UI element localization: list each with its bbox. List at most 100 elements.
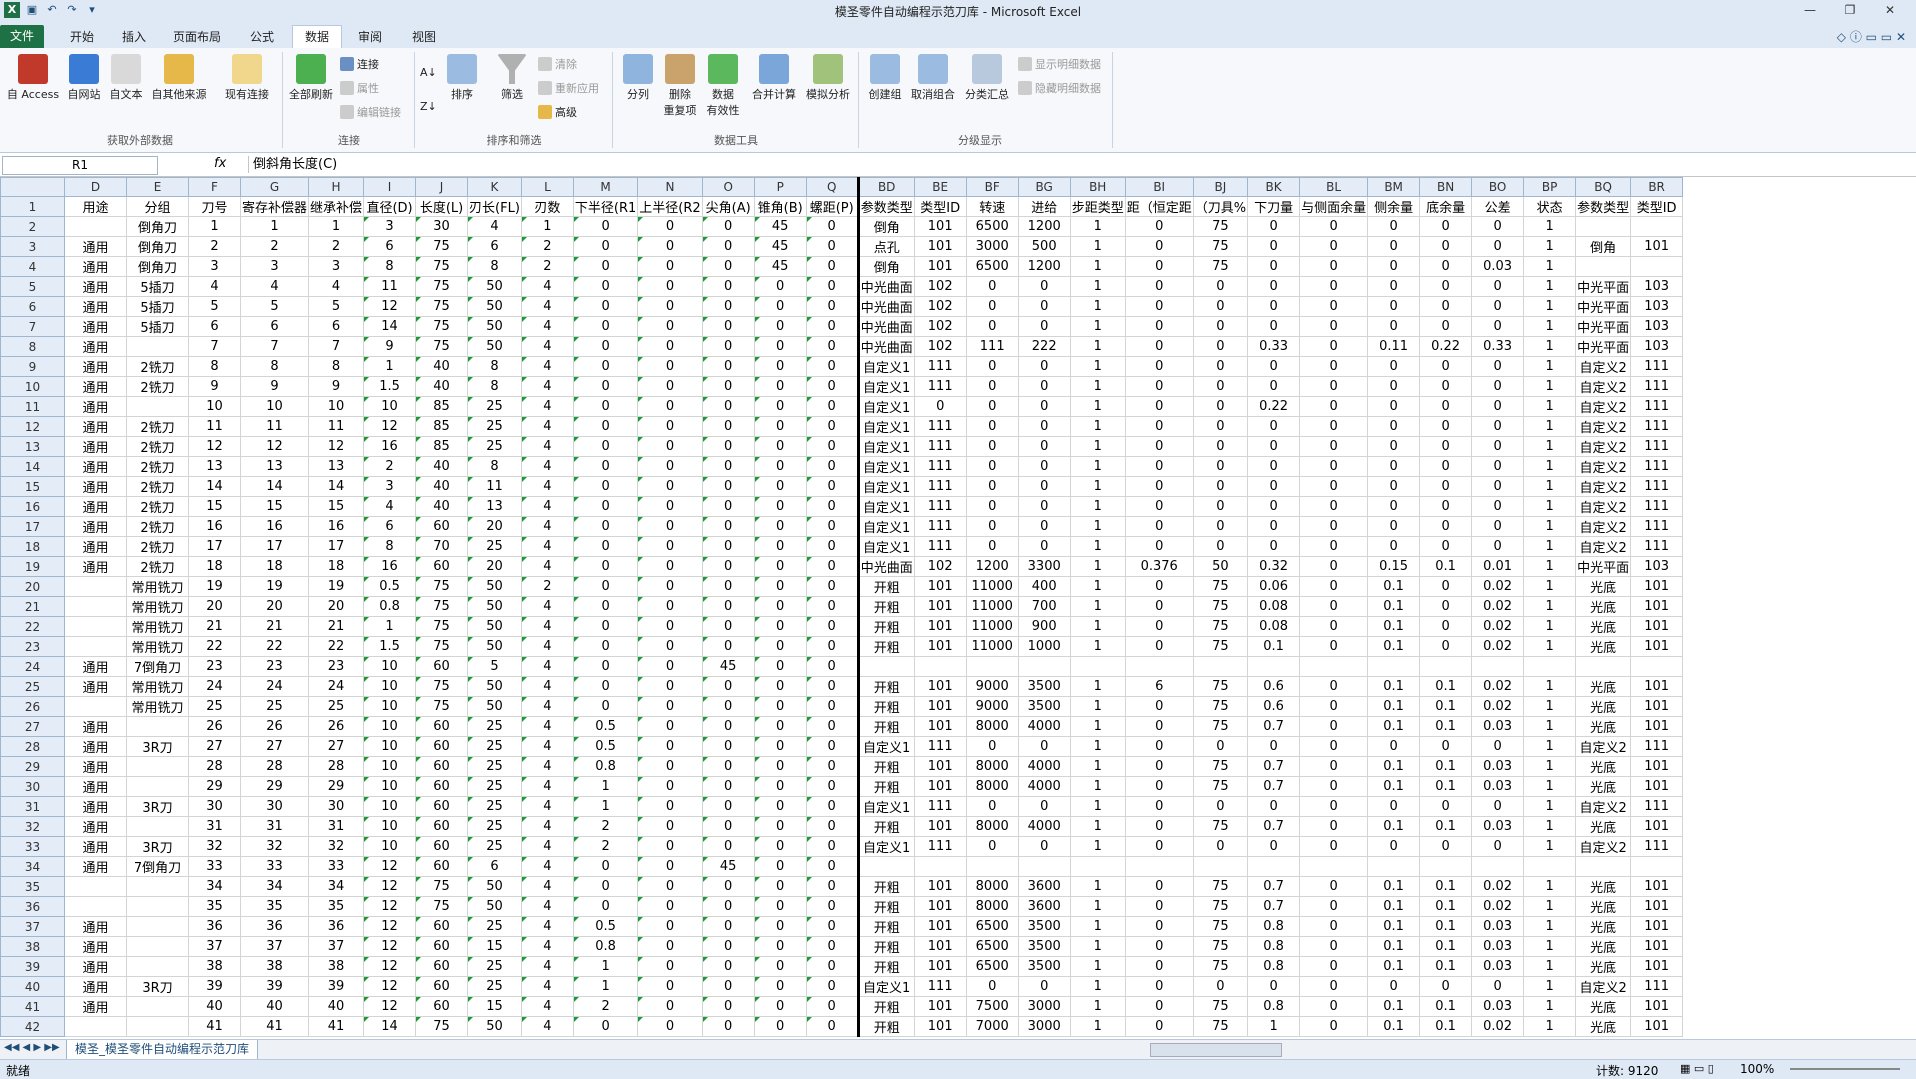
cell[interactable]: 75 bbox=[415, 696, 469, 717]
cell[interactable]: 0 bbox=[805, 716, 859, 737]
cell[interactable]: 0 bbox=[1419, 736, 1473, 757]
cell[interactable]: 0 bbox=[1124, 996, 1194, 1017]
cell[interactable]: 0.08 bbox=[1247, 596, 1301, 617]
cell[interactable]: 111 bbox=[913, 356, 967, 377]
cell[interactable]: 4 bbox=[520, 616, 574, 637]
cell[interactable]: 0 bbox=[572, 456, 639, 477]
cell[interactable]: 35 bbox=[239, 896, 310, 917]
cell[interactable]: 0 bbox=[701, 536, 755, 557]
cell[interactable]: 自定义2 bbox=[1575, 396, 1632, 417]
consolidate-button[interactable]: 合并计算 bbox=[748, 54, 800, 102]
cell[interactable]: 0 bbox=[753, 776, 807, 797]
cell[interactable]: 0 bbox=[701, 896, 755, 917]
cell[interactable]: 0 bbox=[1419, 296, 1473, 317]
cell[interactable]: 0 bbox=[701, 756, 755, 777]
cell[interactable]: 36 bbox=[188, 916, 241, 937]
cell[interactable] bbox=[1247, 656, 1301, 677]
cell[interactable]: 0 bbox=[1124, 596, 1194, 617]
cell[interactable]: 7 bbox=[308, 336, 365, 357]
cell[interactable]: 0 bbox=[805, 556, 859, 577]
cell[interactable]: 8 bbox=[188, 356, 241, 377]
cell[interactable]: 111 bbox=[1630, 456, 1684, 477]
cell[interactable]: 10 bbox=[363, 756, 417, 777]
cell[interactable]: 1 bbox=[520, 216, 574, 237]
cell[interactable]: 101 bbox=[913, 696, 967, 717]
cell[interactable]: 0 bbox=[1192, 336, 1249, 357]
cell[interactable] bbox=[126, 776, 189, 797]
cell[interactable]: 31 bbox=[308, 816, 365, 837]
cell[interactable]: 0.1 bbox=[1367, 936, 1421, 957]
cell[interactable]: 3R刀 bbox=[126, 836, 189, 857]
cell[interactable]: 0 bbox=[1124, 636, 1194, 657]
cell[interactable]: 0 bbox=[1017, 456, 1071, 477]
cell[interactable]: 0 bbox=[572, 616, 639, 637]
cell[interactable]: 111 bbox=[1630, 436, 1684, 457]
cell[interactable]: 0 bbox=[701, 256, 755, 277]
cell[interactable]: 111 bbox=[913, 376, 967, 397]
cell[interactable]: 0 bbox=[637, 816, 703, 837]
cell[interactable]: 85 bbox=[415, 416, 469, 437]
cell[interactable]: 4 bbox=[520, 956, 574, 977]
cell[interactable]: 1 bbox=[1069, 496, 1126, 517]
cell[interactable]: 0 bbox=[1299, 816, 1369, 837]
cell[interactable]: 0 bbox=[1419, 316, 1473, 337]
cell[interactable]: 1 bbox=[1069, 796, 1126, 817]
cell[interactable]: 0 bbox=[1017, 396, 1071, 417]
cell[interactable]: 倒角刀 bbox=[126, 236, 189, 257]
cell[interactable]: 0 bbox=[1247, 316, 1301, 337]
cell[interactable] bbox=[1630, 256, 1684, 277]
cell[interactable]: 0 bbox=[572, 256, 639, 277]
tab-file[interactable]: 文件 bbox=[0, 25, 44, 48]
cell[interactable]: 101 bbox=[913, 996, 967, 1017]
cell[interactable]: 400 bbox=[1017, 576, 1071, 597]
cell[interactable]: 18 bbox=[239, 556, 310, 577]
cell[interactable]: 0 bbox=[637, 256, 703, 277]
cell[interactable]: 1 bbox=[1069, 736, 1126, 757]
cell[interactable]: 0.8 bbox=[363, 596, 417, 617]
cell[interactable]: 0 bbox=[805, 956, 859, 977]
cell[interactable]: 1 bbox=[1523, 396, 1577, 417]
cell[interactable]: 通用 bbox=[64, 816, 127, 837]
cell[interactable]: 12 bbox=[363, 296, 417, 317]
cell[interactable]: 40 bbox=[415, 456, 469, 477]
cell[interactable]: 0 bbox=[1017, 496, 1071, 517]
cell[interactable]: 6500 bbox=[965, 956, 1019, 977]
cell[interactable]: 0 bbox=[572, 476, 639, 497]
cell[interactable]: 7 bbox=[188, 336, 241, 357]
cell[interactable]: 12 bbox=[363, 856, 417, 877]
cell[interactable]: 39 bbox=[239, 976, 310, 997]
cell[interactable]: 75 bbox=[415, 636, 469, 657]
cell[interactable]: 8000 bbox=[965, 816, 1019, 837]
cell[interactable]: 0 bbox=[965, 476, 1019, 497]
cell[interactable]: 0 bbox=[1124, 956, 1194, 977]
cell[interactable]: 101 bbox=[1630, 996, 1684, 1017]
cell[interactable]: 0 bbox=[805, 376, 859, 397]
column-header[interactable]: BG bbox=[1017, 177, 1071, 197]
cell[interactable]: 0 bbox=[1299, 436, 1369, 457]
row-header[interactable]: 21 bbox=[0, 596, 65, 617]
cell[interactable]: 0 bbox=[637, 436, 703, 457]
cell[interactable]: 1 bbox=[572, 776, 639, 797]
cell[interactable]: 50 bbox=[467, 316, 522, 337]
cell[interactable]: 101 bbox=[913, 876, 967, 897]
cell[interactable]: 0 bbox=[965, 516, 1019, 537]
cell[interactable]: 0 bbox=[1124, 736, 1194, 757]
cell[interactable]: 11000 bbox=[965, 596, 1019, 617]
cell[interactable]: 0.1 bbox=[1367, 776, 1421, 797]
cell[interactable]: 6 bbox=[308, 316, 365, 337]
cell[interactable]: 0 bbox=[1367, 316, 1421, 337]
cell[interactable]: 倒角刀 bbox=[126, 216, 189, 237]
sheet-nav-arrows-icon[interactable]: ◀◀ ◀ ▶ ▶▶ bbox=[4, 1042, 60, 1053]
cell[interactable]: 0 bbox=[1192, 396, 1249, 417]
cell[interactable]: 101 bbox=[1630, 576, 1684, 597]
cell[interactable]: 0.03 bbox=[1471, 756, 1525, 777]
cell[interactable]: 34 bbox=[308, 876, 365, 897]
hide-detail-button[interactable]: 隐藏明细数据 bbox=[1018, 80, 1101, 96]
cell[interactable] bbox=[126, 896, 189, 917]
cell[interactable]: 中光平面 bbox=[1575, 296, 1632, 317]
cell[interactable]: 16 bbox=[363, 436, 417, 457]
cell[interactable]: 0 bbox=[1124, 836, 1194, 857]
cell[interactable]: 1 bbox=[1069, 916, 1126, 937]
cell[interactable]: 0 bbox=[1124, 936, 1194, 957]
cell[interactable]: 101 bbox=[1630, 936, 1684, 957]
